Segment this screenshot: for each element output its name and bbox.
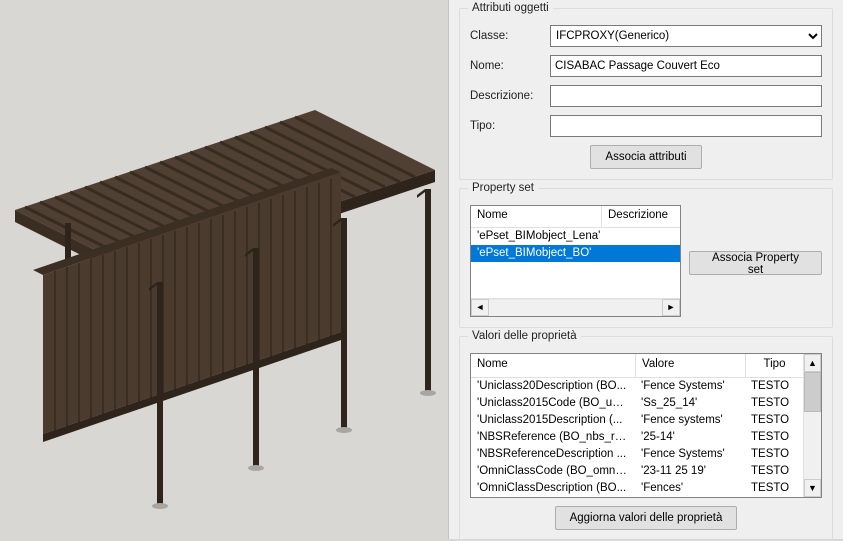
tipo-input[interactable] xyxy=(550,115,822,137)
property-set-group: Property set Nome Descrizione 'ePset_BIM… xyxy=(459,188,833,328)
propvals-col-valore[interactable]: Valore xyxy=(635,354,745,377)
classe-label: Classe: xyxy=(470,30,542,42)
pset-hscroll[interactable]: ◄ ► xyxy=(471,298,680,316)
propvals-vscroll[interactable]: ▲ ▼ xyxy=(803,354,821,497)
property-values-table[interactable]: Nome Valore Tipo 'Uniclass20Description … xyxy=(470,353,822,498)
tipo-label: Tipo: xyxy=(470,120,542,132)
nome-input[interactable] xyxy=(550,55,822,77)
scroll-right-icon[interactable]: ► xyxy=(662,299,680,316)
property-set-list[interactable]: Nome Descrizione 'ePset_BIMobject_Lena''… xyxy=(470,205,681,317)
pset-col-nome[interactable]: Nome xyxy=(471,206,601,227)
model-viewport[interactable] xyxy=(0,0,443,539)
descrizione-input[interactable] xyxy=(550,85,822,107)
propvals-col-nome[interactable]: Nome xyxy=(471,354,635,377)
pset-row[interactable]: 'ePset_BIMobject_BO' xyxy=(471,245,680,262)
attributes-group-title: Attributi oggetti xyxy=(468,2,553,14)
property-value-row[interactable]: 'NBSReferenceDescription ...'Fence Syste… xyxy=(471,446,803,463)
attributes-group: Attributi oggetti Classe: IFCPROXY(Gener… xyxy=(459,8,833,180)
propvals-col-tipo[interactable]: Tipo xyxy=(745,354,803,377)
scroll-left-icon[interactable]: ◄ xyxy=(471,299,489,316)
property-value-row[interactable]: 'Uniclass2015Description (...'Fence syst… xyxy=(471,412,803,429)
scroll-thumb[interactable] xyxy=(804,372,821,412)
associa-attributi-button[interactable]: Associa attributi xyxy=(590,145,701,169)
property-values-group: Valori delle proprietà Nome Valore Tipo … xyxy=(459,336,833,541)
descrizione-label: Descrizione: xyxy=(470,90,542,102)
property-panel: Attributi oggetti Classe: IFCPROXY(Gener… xyxy=(448,0,843,539)
pset-row[interactable]: 'ePset_BIMobject_Lena' xyxy=(471,228,680,245)
property-value-row[interactable]: 'Uniclass2015Code (BO_uni...'Ss_25_14'TE… xyxy=(471,395,803,412)
classe-select[interactable]: IFCPROXY(Generico) xyxy=(550,25,822,47)
scroll-down-icon[interactable]: ▼ xyxy=(804,479,821,497)
property-values-group-title: Valori delle proprietà xyxy=(468,330,581,342)
nome-label: Nome: xyxy=(470,60,542,72)
pset-col-descrizione[interactable]: Descrizione xyxy=(601,206,680,227)
associa-property-set-button[interactable]: Associa Property set xyxy=(689,251,822,275)
aggiorna-valori-button[interactable]: Aggiorna valori delle proprietà xyxy=(555,506,738,530)
property-set-group-title: Property set xyxy=(468,182,538,194)
scroll-up-icon[interactable]: ▲ xyxy=(804,354,821,372)
property-value-row[interactable]: 'OmniClassCode (BO_omnic...'23-11 25 19'… xyxy=(471,463,803,480)
property-value-row[interactable]: 'OmniClassDescription (BO...'Fences'TEST… xyxy=(471,480,803,497)
property-value-row[interactable]: 'NBSReference (BO_nbs_ref)''25-14'TESTO xyxy=(471,429,803,446)
property-value-row[interactable]: 'Uniclass20Description (BO...'Fence Syst… xyxy=(471,378,803,395)
